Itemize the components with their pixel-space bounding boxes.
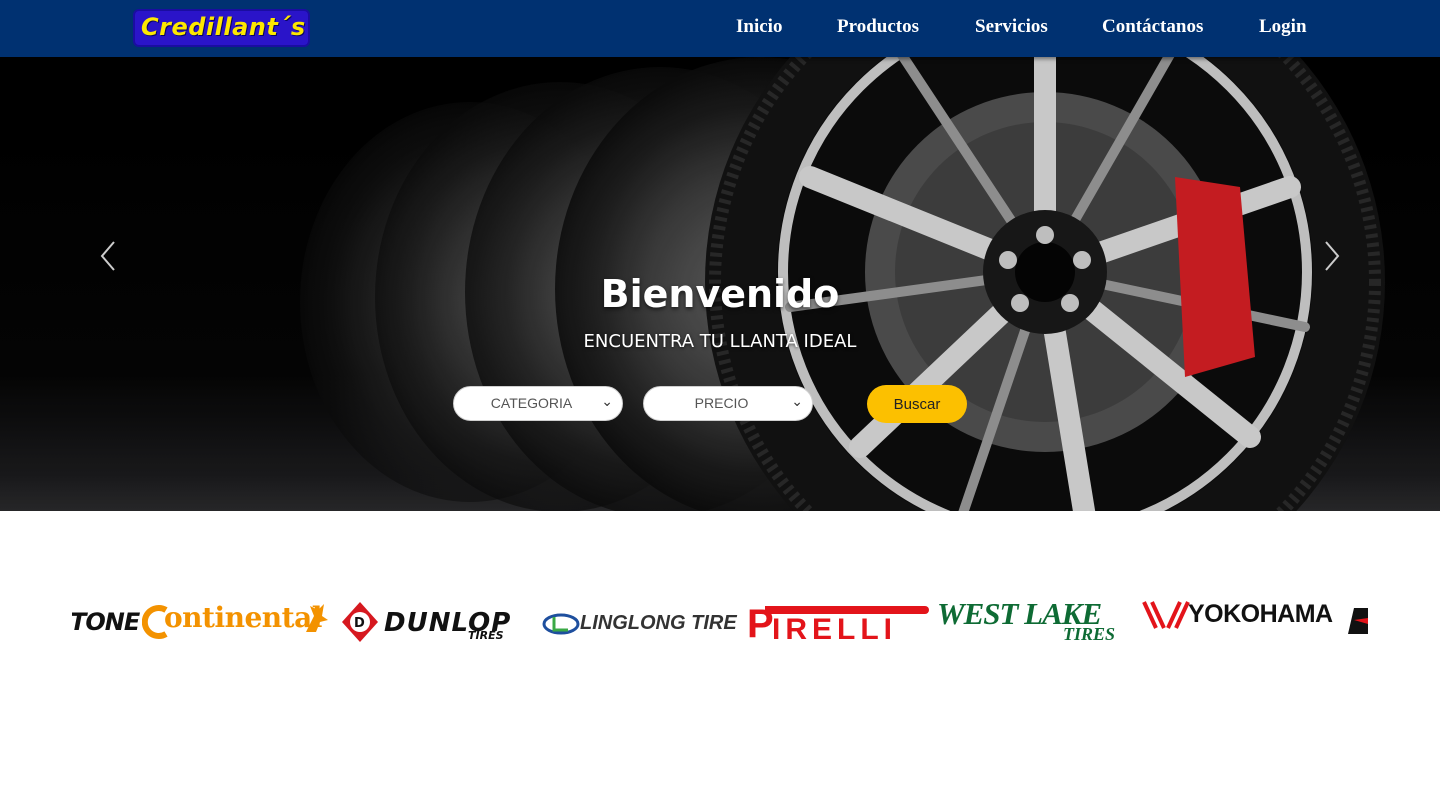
westlake-tires-text: TIRES (1063, 624, 1116, 644)
continental-horse-icon (306, 604, 328, 632)
hero-carousel: Bienvenido ENCUENTRA TU LLANTA IDEAL CAT… (0, 57, 1440, 511)
svg-text:D: D (354, 616, 365, 631)
continental-logo: ontinental (140, 588, 335, 658)
nav-login[interactable]: Login (1259, 16, 1307, 38)
brand-logo-strip: TONE ontinental D DUNLOP TIRES LINGLONG … (72, 588, 1368, 658)
nav-inicio[interactable]: Inicio (736, 16, 782, 38)
dunlop-tires-text: TIRES (468, 629, 504, 642)
continental-logo-text: ontinental (164, 601, 322, 634)
nav-productos[interactable]: Productos (837, 16, 919, 38)
linglong-icon (542, 613, 580, 635)
price-select-value: PRECIO (694, 395, 749, 411)
search-button[interactable]: Buscar (867, 385, 967, 423)
carousel-prev-icon[interactable] (94, 239, 122, 273)
hero-title: Bienvenido (600, 272, 840, 316)
dunlop-d-icon: D (342, 602, 378, 642)
bridgestone-logo: TONE (72, 588, 140, 658)
carousel-next-icon[interactable] (1318, 239, 1346, 273)
chevron-down-icon: ⌄ (601, 394, 613, 410)
yokohama-stripes-icon (1142, 601, 1190, 629)
chevron-down-icon: ⌄ (791, 394, 803, 410)
linglong-logo: LINGLONG TIRE (542, 588, 737, 658)
category-select-value: CATEGORIA (490, 395, 573, 411)
bridgestone-b-logo (1346, 588, 1368, 658)
westlake-logo: WEST LAKE TIRES (937, 588, 1137, 658)
hero-subtitle: ENCUENTRA TU LLANTA IDEAL (583, 331, 857, 352)
pirelli-logo: P IRELLI (745, 588, 931, 658)
yokohama-logo: YOKOHAMA (1142, 588, 1342, 658)
price-select[interactable]: PRECIO ⌄ (643, 386, 813, 421)
nav-servicios[interactable]: Servicios (975, 16, 1048, 38)
bridgestone-logo-text: TONE (72, 608, 140, 636)
dunlop-logo: D DUNLOP TIRES (340, 588, 540, 658)
yokohama-logo-text: YOKOHAMA (1188, 600, 1333, 628)
pirelli-logo-text: IRELLI (772, 613, 897, 646)
brand-logo[interactable]: Credillant´s (133, 9, 310, 47)
nav-contactanos[interactable]: Contáctanos (1102, 16, 1203, 38)
brand-logo-text: Credillant´s (141, 13, 306, 41)
category-select[interactable]: CATEGORIA ⌄ (453, 386, 623, 421)
navbar: Credillant´s Inicio Productos Servicios … (0, 0, 1440, 57)
bridgestone-b-icon (1348, 608, 1368, 634)
linglong-logo-text: LINGLONG TIRE (580, 612, 737, 634)
